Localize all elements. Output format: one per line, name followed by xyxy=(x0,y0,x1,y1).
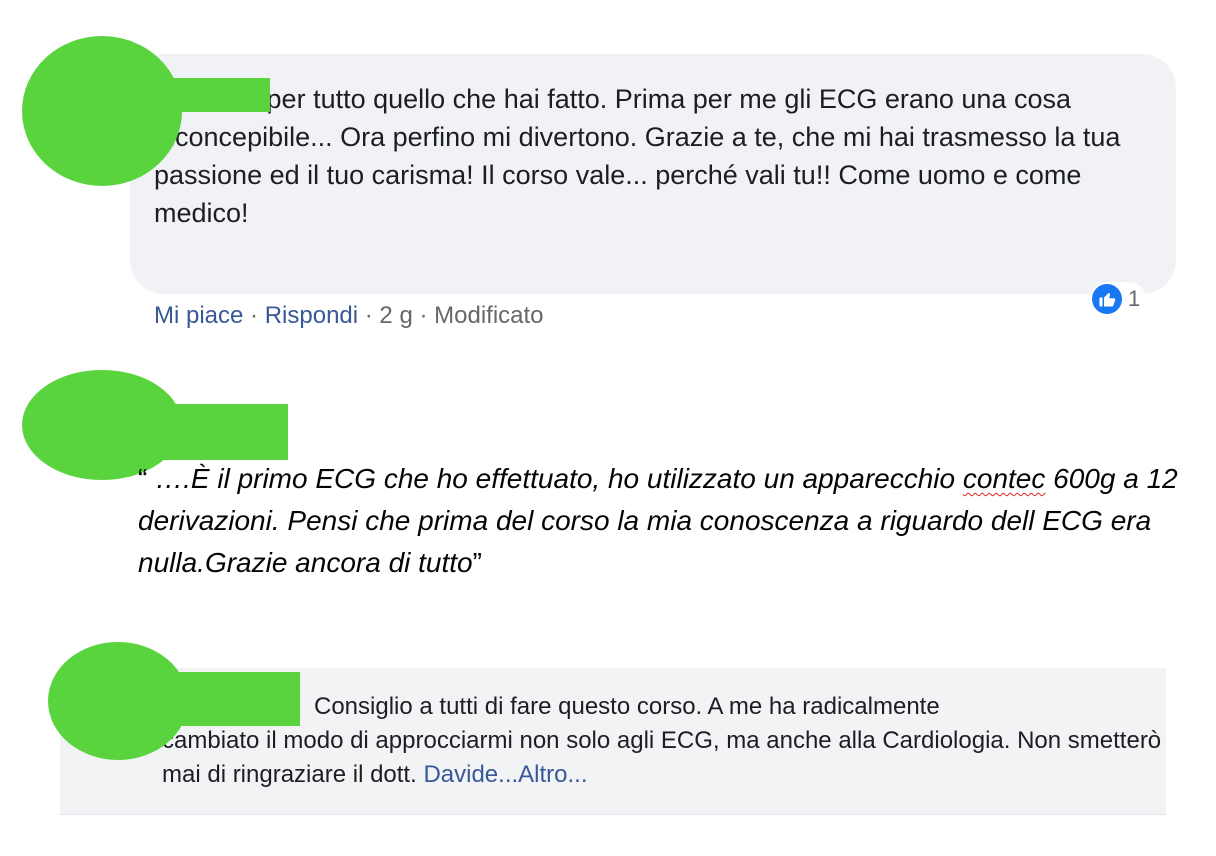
action-separator: · xyxy=(412,302,435,329)
comment-actions-1: Mi piace · Rispondi · 2 g · Modificato xyxy=(154,302,544,330)
reaction-count: 1 xyxy=(1128,286,1141,311)
open-quote: “ xyxy=(138,463,156,494)
action-separator: · xyxy=(358,302,380,329)
redacted-author-name-2 xyxy=(128,404,288,460)
see-more-link[interactable]: Davide...Altro... xyxy=(423,761,587,788)
comment-text-1: ri Grazie per tutto quello che hai fatto… xyxy=(154,80,1154,232)
reply-link[interactable]: Rispondi xyxy=(265,302,358,329)
comment-time[interactable]: 2 g xyxy=(379,302,412,329)
comment-text-3: Consiglio a tutti di fare questo corso. … xyxy=(162,690,1162,792)
quote-text-start: ….È il primo ECG che ho effettuato, ho u… xyxy=(155,463,963,494)
misspelled-word: contec xyxy=(962,463,1046,494)
close-quote: ” xyxy=(472,547,482,578)
thumbs-up-icon xyxy=(1092,284,1122,314)
testimonial-quote: “ ….È il primo ECG che ho effettuato, ho… xyxy=(138,458,1178,584)
redacted-author-name-3 xyxy=(150,672,300,726)
action-separator: · xyxy=(243,302,265,329)
comment-body-1: Grazie per tutto quello che hai fatto. P… xyxy=(154,84,1121,228)
comment-body-3-rest: cambiato il modo di approcciarmi non sol… xyxy=(162,727,1162,788)
reaction-summary[interactable]: 1 xyxy=(1090,282,1147,316)
redacted-author-name-1 xyxy=(150,78,270,112)
edited-label[interactable]: Modificato xyxy=(434,302,543,329)
like-link[interactable]: Mi piace xyxy=(154,302,243,329)
